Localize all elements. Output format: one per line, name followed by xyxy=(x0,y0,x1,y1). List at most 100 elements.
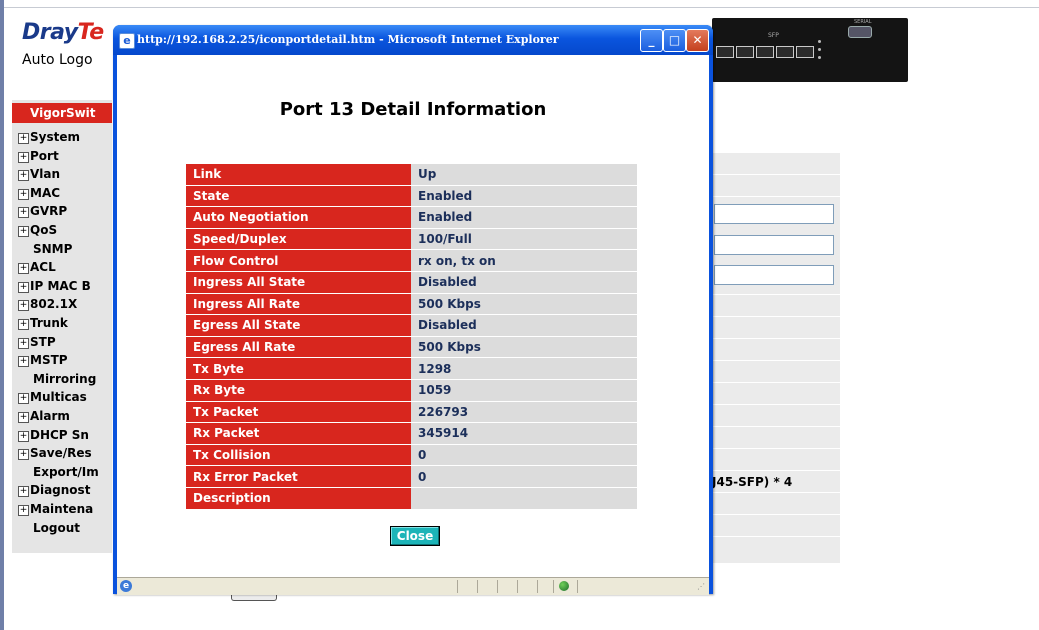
expand-plus-icon[interactable]: + xyxy=(18,188,29,200)
status-led-icon xyxy=(818,56,821,59)
background-input-field[interactable] xyxy=(714,235,834,255)
sidebar-item[interactable]: + GVRP xyxy=(18,203,112,219)
row-value: Disabled xyxy=(411,271,637,293)
expand-plus-icon[interactable]: + xyxy=(18,337,29,349)
row-value: rx on, tx on xyxy=(411,250,637,271)
row-label: Rx Error Packet xyxy=(186,466,411,487)
table-divider xyxy=(712,492,840,493)
row-value: Enabled xyxy=(411,207,637,228)
expand-plus-icon[interactable]: + xyxy=(18,393,29,405)
row-label: Link xyxy=(186,164,411,185)
switch-front-panel-image[interactable]: SFP SERIAL xyxy=(712,18,908,82)
sidebar-item[interactable]: + QoS xyxy=(18,222,112,238)
port-icon[interactable] xyxy=(776,46,794,58)
table-row: Link Up xyxy=(186,164,637,185)
expand-plus-icon[interactable]: + xyxy=(18,226,29,237)
expand-plus-icon[interactable]: + xyxy=(18,281,29,293)
expand-plus-icon[interactable]: + xyxy=(18,300,29,312)
row-label: Auto Negotiation xyxy=(186,207,411,228)
sidebar-item[interactable]: + Multicas xyxy=(18,389,112,405)
row-label: Tx Packet xyxy=(186,401,411,423)
table-divider xyxy=(712,448,840,449)
minimize-button[interactable]: _ xyxy=(640,29,663,52)
sidebar-item[interactable]: + Vlan xyxy=(18,166,112,182)
table-row: Tx Byte 1298 xyxy=(186,358,637,379)
sfp-label: SFP xyxy=(768,32,779,39)
sidebar-item-label: Multicas xyxy=(30,390,87,405)
expand-plus-icon[interactable]: + xyxy=(18,356,29,368)
sidebar-item[interactable]: + Diagnost xyxy=(18,482,112,498)
sidebar-item-label: Vlan xyxy=(30,167,61,182)
sidebar-item[interactable]: + System xyxy=(18,129,112,145)
resize-grip-icon[interactable]: ⋰ xyxy=(697,582,707,592)
sidebar-item[interactable]: + MAC xyxy=(18,185,112,201)
sidebar-item[interactable]: + ACL xyxy=(18,259,112,275)
expand-plus-icon[interactable]: + xyxy=(18,133,29,144)
table-divider xyxy=(712,338,840,339)
row-value: 500 Kbps xyxy=(411,293,637,315)
sidebar-header: VigorSwit xyxy=(12,103,112,123)
sidebar-item-label: DHCP Sn xyxy=(30,427,89,442)
popup-content: Port 13 Detail Information Link Up State En… xyxy=(117,55,709,577)
sidebar-item-label: System xyxy=(30,130,80,144)
background-input-field[interactable] xyxy=(714,265,834,285)
port-icon[interactable] xyxy=(736,46,754,58)
port-icon[interactable] xyxy=(756,46,774,58)
row-label: Egress All Rate xyxy=(186,336,411,358)
sidebar-item[interactable]: + STP xyxy=(18,334,112,350)
background-input-field[interactable] xyxy=(714,204,834,224)
expand-plus-icon[interactable]: + xyxy=(18,505,29,516)
expand-plus-icon[interactable]: + xyxy=(18,263,29,275)
sidebar-item[interactable]: +802.1X xyxy=(18,296,112,312)
sidebar-item[interactable]: + MSTP xyxy=(18,352,112,368)
table-divider xyxy=(712,382,840,383)
expand-plus-icon[interactable]: + xyxy=(18,486,29,498)
expand-plus-icon[interactable]: + xyxy=(18,151,29,163)
sidebar-item-label: GVRP xyxy=(30,204,68,219)
expand-plus-icon[interactable]: + xyxy=(18,207,29,219)
sidebar-item-label: Mirroring xyxy=(33,371,97,386)
table-row: Speed/Duplex 100/Full xyxy=(186,228,637,250)
port-icon[interactable] xyxy=(796,46,814,58)
ie-page-icon[interactable]: e xyxy=(119,33,135,49)
sidebar-item-label: Save/Res xyxy=(30,446,92,461)
row-label: Tx Collision xyxy=(186,444,411,466)
page-title: Port 13 Detail Information xyxy=(279,99,547,120)
row-value: 226793 xyxy=(411,401,637,423)
status-divider xyxy=(553,580,554,593)
expand-plus-icon[interactable]: + xyxy=(18,170,29,182)
sidebar-item-label: MAC xyxy=(30,185,61,200)
sidebar-item[interactable]: + Trunk xyxy=(18,315,112,331)
sidebar-item[interactable]: + Save/Res xyxy=(18,445,112,461)
internet-globe-icon xyxy=(559,581,569,591)
table-row: Egress All Rate 500 Kbps xyxy=(186,336,637,358)
table-divider xyxy=(712,470,840,471)
sidebar-item[interactable]: + IP MAC B xyxy=(18,278,112,294)
sidebar-item-label: Port xyxy=(30,148,59,163)
row-value: 100/Full xyxy=(411,228,637,250)
window-close-button[interactable]: ✕ xyxy=(686,29,709,52)
sidebar-item[interactable]: + Alarm xyxy=(18,408,112,424)
sidebar-item-label: ACL xyxy=(30,260,56,275)
table-divider xyxy=(712,536,840,537)
table-divider xyxy=(712,360,840,361)
close-button[interactable]: Close xyxy=(390,526,440,546)
background-port-summary-text: J45-SFP) * 4 xyxy=(712,475,793,489)
expand-plus-icon[interactable]: + xyxy=(18,430,29,442)
expand-plus-icon[interactable]: + xyxy=(18,449,29,461)
auto-logout-label: Auto Logo xyxy=(22,52,93,68)
maximize-button[interactable]: □ xyxy=(663,29,686,52)
port-icon[interactable] xyxy=(716,46,734,58)
sidebar-item[interactable]: + Port xyxy=(18,148,112,164)
expand-plus-icon[interactable]: + xyxy=(18,412,29,423)
table-divider xyxy=(712,316,840,317)
window-titlebar[interactable]: e http://192.168.2.25/iconportdetail.htm… xyxy=(113,25,713,55)
row-label: Egress All State xyxy=(186,315,411,336)
status-led-icon xyxy=(818,40,821,43)
expand-plus-icon[interactable]: + xyxy=(18,319,29,330)
row-label: Speed/Duplex xyxy=(186,228,411,250)
sidebar-item-label: Export/Im xyxy=(33,464,99,479)
sidebar-item[interactable]: + Maintena xyxy=(18,501,112,517)
window-title: http://192.168.2.25/iconportdetail.htm -… xyxy=(137,33,559,46)
sidebar-item[interactable]: + DHCP Sn xyxy=(18,427,112,443)
